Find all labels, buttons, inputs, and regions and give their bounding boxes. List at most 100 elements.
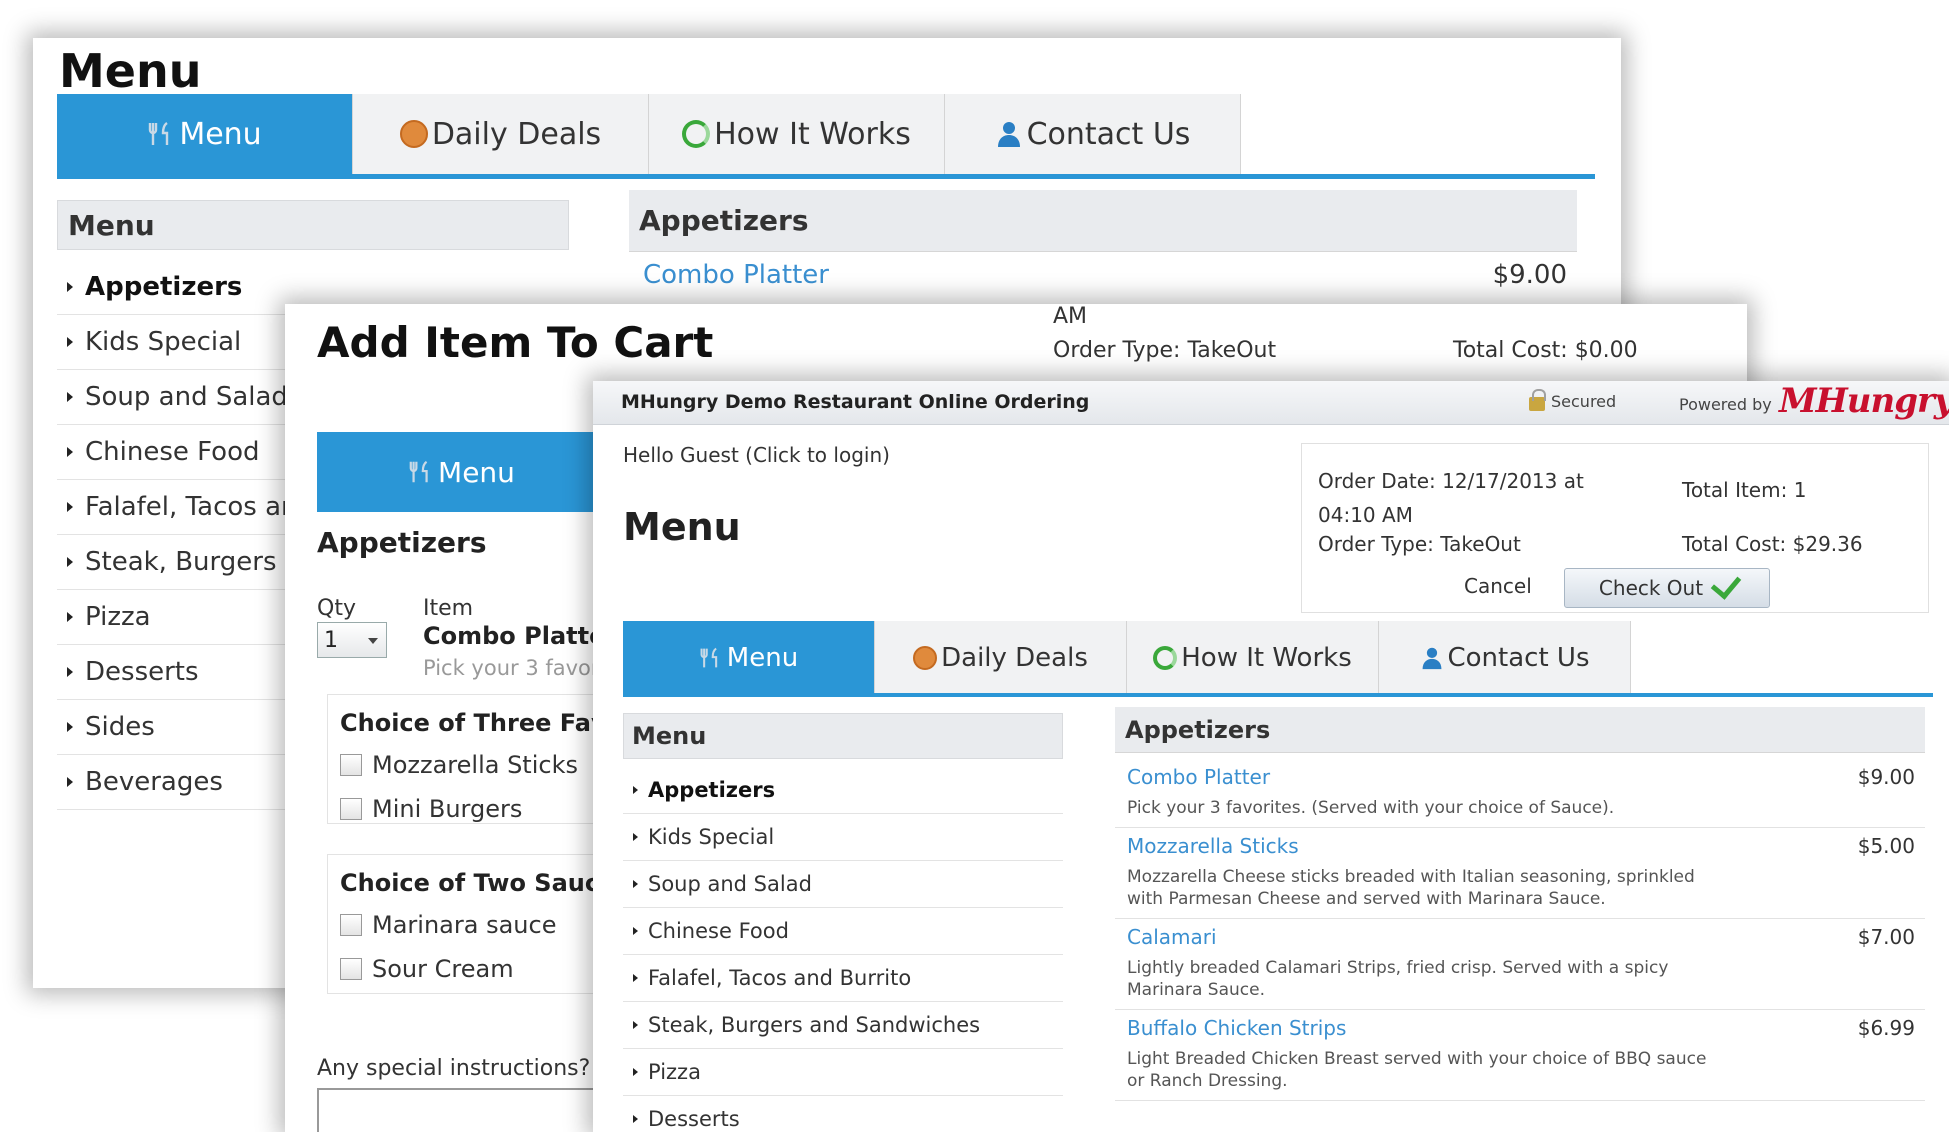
sidebar-item-kids-special[interactable]: Kids Special: [623, 814, 1063, 861]
sidebar-item-label: Chinese Food: [85, 437, 260, 467]
sidebar-item-chinese-food[interactable]: Chinese Food: [623, 908, 1063, 955]
product-link[interactable]: Mozzarella Sticks: [1127, 834, 1913, 858]
checkbox[interactable]: [340, 754, 362, 776]
option-label: Mini Burgers: [372, 795, 523, 823]
option-marinara-sauce[interactable]: Marinara sauce: [328, 905, 626, 949]
tab-label: How It Works: [714, 116, 911, 152]
sidebar-item-label: Sides: [85, 712, 155, 742]
order-time-suffix: AM: [1053, 304, 1088, 329]
qty-select[interactable]: 1: [317, 622, 387, 658]
product-price: $6.99: [1857, 1016, 1915, 1040]
tab-menu[interactable]: Menu: [57, 94, 353, 174]
tab-label: How It Works: [1181, 643, 1352, 673]
cancel-button[interactable]: Cancel: [1464, 574, 1532, 598]
refresh-icon: [1153, 646, 1178, 670]
option-sour-cream[interactable]: Sour Cream: [328, 949, 626, 993]
product-link[interactable]: Combo Platter: [1127, 765, 1913, 789]
page-title: Menu: [59, 44, 202, 98]
item-label: Item: [423, 596, 474, 621]
caret-right-icon: [633, 927, 638, 935]
product-link[interactable]: Buffalo Chicken Strips: [1127, 1016, 1913, 1040]
tab-how-it-works[interactable]: How It Works: [649, 94, 945, 174]
main-tabs: Menu Daily Deals How It Works Contact Us: [623, 621, 1631, 695]
caret-right-icon: [67, 722, 73, 732]
tab-label: Menu: [438, 455, 515, 489]
product-row: Calamari $7.00 Lightly breaded Calamari …: [1115, 919, 1925, 1010]
caret-right-icon: [633, 1115, 638, 1123]
product-price: $5.00: [1857, 834, 1915, 858]
sidebar-item-pizza[interactable]: Pizza: [623, 1049, 1063, 1096]
top-bar: MHungry Demo Restaurant Online Ordering …: [593, 381, 1949, 425]
tab-label: Daily Deals: [431, 116, 602, 152]
sidebar-item-label: Soup and Salad: [648, 872, 812, 896]
option-mini-burgers[interactable]: Mini Burgers: [328, 789, 626, 833]
login-link[interactable]: Hello Guest (Click to login): [623, 443, 890, 467]
sidebar-item-label: Falafel, Tacos and Burrito: [648, 966, 912, 990]
coupon-icon: [399, 120, 428, 148]
restaurant-name: MHungry Demo Restaurant Online Ordering: [621, 391, 1090, 413]
tab-label: Contact Us: [1026, 116, 1191, 152]
sidebar-heading: Menu: [623, 713, 1063, 759]
caret-right-icon: [67, 667, 73, 677]
order-type: Order Type: TakeOut: [1318, 532, 1521, 556]
product-link[interactable]: Calamari: [1127, 925, 1913, 949]
chevron-down-icon: [368, 638, 378, 644]
option-label: Marinara sauce: [372, 911, 557, 939]
caret-right-icon: [67, 777, 73, 787]
sidebar-item-label: Soup and Salad: [85, 382, 288, 412]
sidebar-item-label: Kids Special: [648, 825, 775, 849]
sidebar-list: Appetizers Kids Special Soup and Salad C…: [623, 767, 1063, 1132]
utensils-icon: [408, 459, 434, 485]
option-mozzarella-sticks[interactable]: Mozzarella Sticks: [328, 745, 626, 789]
lock-icon: [1529, 388, 1546, 411]
tab-label: Contact Us: [1447, 643, 1590, 673]
caret-right-icon: [633, 1021, 638, 1029]
sidebar-item-label: Desserts: [648, 1107, 740, 1131]
checkbox[interactable]: [340, 798, 362, 820]
product-link[interactable]: Combo Platter: [643, 260, 829, 290]
product-description: Mozzarella Cheese sticks breaded with It…: [1127, 867, 1695, 909]
checkbox[interactable]: [340, 958, 362, 980]
sidebar-item-label: Appetizers: [648, 778, 776, 802]
tab-contact-us[interactable]: Contact Us: [945, 94, 1241, 174]
tab-menu[interactable]: Menu: [623, 621, 875, 695]
product-row: Combo Platter $9.00: [643, 260, 1567, 290]
checkout-button[interactable]: Check Out: [1564, 568, 1770, 608]
powered-by-label: Powered by: [1679, 395, 1772, 414]
product-price: $9.00: [1492, 260, 1567, 290]
category-heading: Appetizers: [629, 190, 1577, 252]
option-label: Mozzarella Sticks: [372, 751, 578, 779]
product-description: Lightly breaded Calamari Strips, fried c…: [1127, 958, 1669, 1000]
tab-daily-deals[interactable]: Daily Deals: [875, 621, 1127, 695]
person-icon: [995, 120, 1023, 148]
sidebar-item-desserts[interactable]: Desserts: [623, 1096, 1063, 1132]
sidebar-item-appetizers[interactable]: Appetizers: [623, 767, 1063, 814]
option-group-sauce: Choice of Two Sauce Marinara sauce Sour …: [327, 854, 627, 994]
caret-right-icon: [633, 833, 638, 841]
caret-right-icon: [67, 282, 73, 292]
tab-daily-deals[interactable]: Daily Deals: [353, 94, 649, 174]
sidebar-item-soup-salad[interactable]: Soup and Salad: [623, 861, 1063, 908]
order-type: Order Type: TakeOut: [1053, 338, 1277, 363]
secured-badge: Secured: [1529, 388, 1616, 411]
product-row: Combo Platter $9.00 Pick your 3 favorite…: [1115, 759, 1925, 828]
tab-underline: [57, 174, 1595, 179]
caret-right-icon: [67, 612, 73, 622]
caret-right-icon: [67, 447, 73, 457]
tab-contact-us[interactable]: Contact Us: [1379, 621, 1631, 695]
order-summary: Order Date: 12/17/2013 at 04:10 AM Order…: [1301, 443, 1929, 613]
product-price: $7.00: [1857, 925, 1915, 949]
tab-how-it-works[interactable]: How It Works: [1127, 621, 1379, 695]
caret-right-icon: [67, 337, 73, 347]
caret-right-icon: [67, 557, 73, 567]
caret-right-icon: [633, 880, 638, 888]
tab-menu[interactable]: Menu: [317, 432, 607, 512]
caret-right-icon: [633, 786, 638, 794]
sidebar-item-steak[interactable]: Steak, Burgers and Sandwiches: [623, 1002, 1063, 1049]
checkbox[interactable]: [340, 914, 362, 936]
sidebar-item-falafel[interactable]: Falafel, Tacos and Burrito: [623, 955, 1063, 1002]
instructions-input[interactable]: [317, 1088, 617, 1132]
order-total-cost: Total Cost: $29.36: [1682, 532, 1863, 556]
product-row: Mozzarella Sticks $5.00 Mozzarella Chees…: [1115, 828, 1925, 919]
caret-right-icon: [633, 974, 638, 982]
